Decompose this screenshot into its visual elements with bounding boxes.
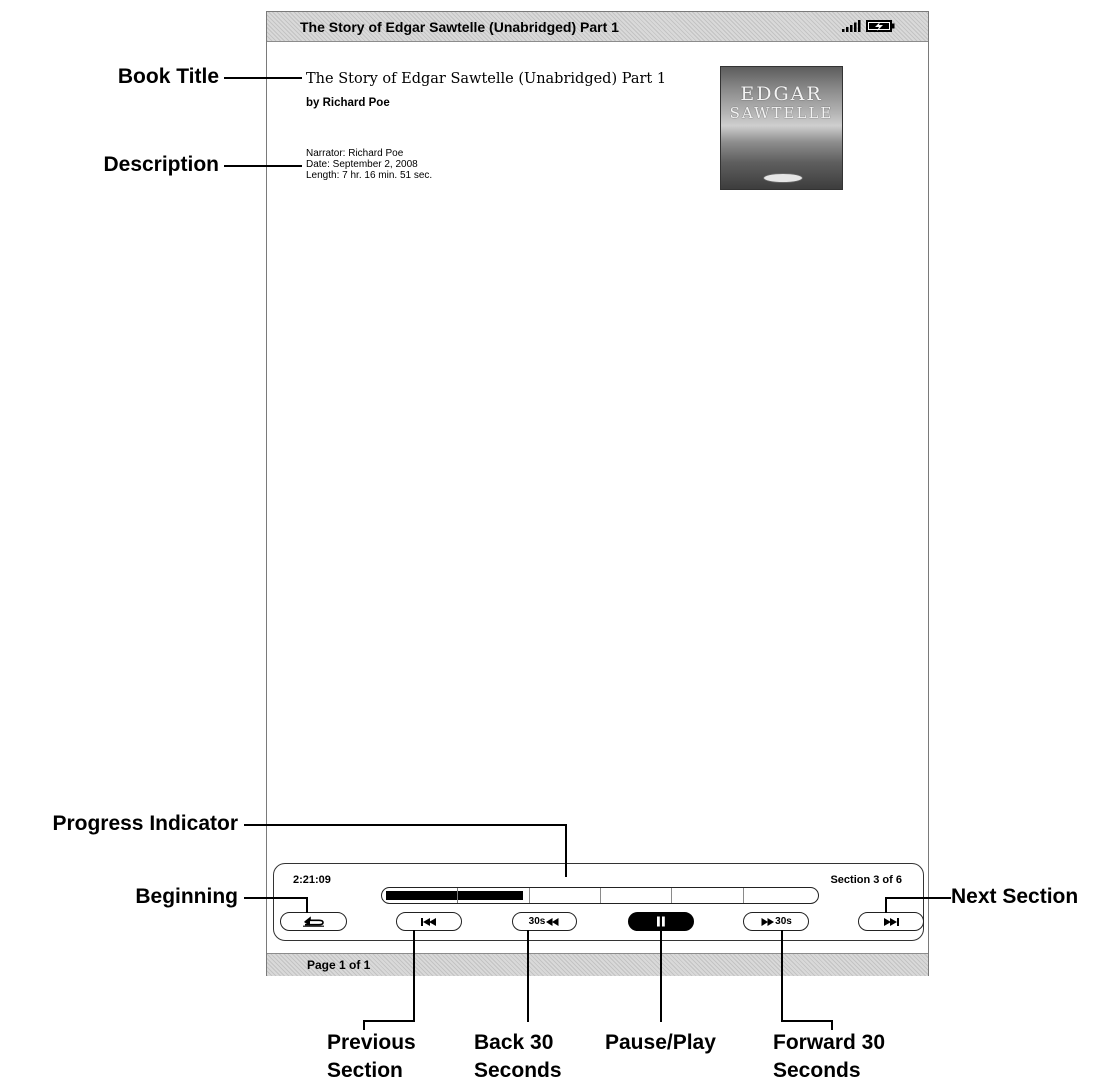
progress-section-divider xyxy=(742,888,744,903)
callout-previous-section: Previous Section xyxy=(327,1029,416,1085)
leader-book-title xyxy=(224,77,302,79)
elapsed-time: 2:21:09 xyxy=(293,874,331,886)
callout-next-section: Next Section xyxy=(951,885,1079,908)
cover-title-line-2: SAWTELLE xyxy=(729,104,834,122)
leader-back-30-v xyxy=(527,930,529,1022)
leader-next-section-v xyxy=(885,897,887,913)
callout-previous-section-line-2: Section xyxy=(327,1059,403,1082)
forward-30-seconds-button[interactable]: 30s xyxy=(743,912,809,931)
leader-progress-indicator-v xyxy=(565,824,567,877)
page-indicator: Page 1 of 1 xyxy=(307,958,371,972)
progress-section-divider xyxy=(457,888,459,903)
leader-beginning-h xyxy=(244,897,308,899)
leader-next-section-h xyxy=(885,897,951,899)
callout-forward-30-line-1: Forward 30 xyxy=(773,1031,886,1054)
beginning-button[interactable] xyxy=(280,912,347,931)
book-author: by Richard Poe xyxy=(306,97,390,109)
forward-30-label: 30s xyxy=(775,916,792,927)
leader-forward-30-v xyxy=(781,930,783,1022)
book-title: The Story of Edgar Sawtelle (Unabridged)… xyxy=(306,71,667,87)
next-section-button[interactable] xyxy=(858,912,924,931)
signal-strength-icon xyxy=(842,20,861,32)
pause-icon xyxy=(657,916,665,927)
callout-forward-30: Forward 30 Seconds xyxy=(773,1029,885,1085)
leader-forward-30-stub xyxy=(831,1020,833,1030)
leader-description xyxy=(224,165,302,167)
leader-previous-section-v xyxy=(413,930,415,1022)
device-screen: The Story of Edgar Sawtelle (Unabridged)… xyxy=(266,11,929,976)
description-narrator: Narrator: Richard Poe xyxy=(306,148,404,159)
callout-beginning: Beginning xyxy=(135,885,238,908)
callout-book-title: Book Title xyxy=(117,65,219,88)
leader-pause-play-v xyxy=(660,930,662,1022)
back-30-label: 30s xyxy=(528,916,546,927)
cover-title-line-1: EDGAR xyxy=(740,83,823,105)
battery-charging-icon xyxy=(866,20,895,32)
skip-forward-icon xyxy=(884,917,899,926)
callout-description: Description xyxy=(103,153,219,176)
footer-bar: Page 1 of 1 xyxy=(267,953,928,976)
callout-back-30: Back 30 Seconds xyxy=(474,1029,562,1085)
cover-badge xyxy=(763,173,803,183)
progress-indicator[interactable] xyxy=(381,887,819,904)
progress-fill xyxy=(386,891,523,900)
title-bar: The Story of Edgar Sawtelle (Unabridged)… xyxy=(267,12,928,42)
description-length: Length: 7 hr. 16 min. 51 sec. xyxy=(306,170,433,181)
progress-track xyxy=(386,888,814,903)
progress-section-divider xyxy=(528,888,530,903)
pause-play-button[interactable] xyxy=(628,912,694,931)
callout-back-30-line-2: Seconds xyxy=(474,1059,562,1082)
description-date: Date: September 2, 2008 xyxy=(306,159,418,170)
section-label: Section 3 of 6 xyxy=(830,874,902,886)
skip-back-icon xyxy=(421,917,436,926)
previous-section-button[interactable] xyxy=(396,912,462,931)
leader-previous-section-stub xyxy=(363,1020,365,1030)
callout-pause-play: Pause/Play xyxy=(605,1031,716,1054)
callout-back-30-line-1: Back 30 xyxy=(474,1031,554,1054)
return-to-beginning-icon xyxy=(302,916,324,927)
rewind-icon xyxy=(546,917,559,926)
callout-progress-indicator: Progress Indicator xyxy=(52,812,238,835)
leader-beginning-v xyxy=(306,897,308,913)
book-cover: EDGAR SAWTELLE xyxy=(720,66,843,190)
progress-section-divider xyxy=(600,888,601,903)
callout-forward-30-line-2: Seconds xyxy=(773,1059,861,1082)
fast-forward-icon xyxy=(761,917,775,926)
back-30-seconds-button[interactable]: 30s xyxy=(512,912,577,931)
title-bar-text: The Story of Edgar Sawtelle (Unabridged)… xyxy=(300,19,619,35)
leader-previous-section-h xyxy=(363,1020,415,1022)
player-panel: 2:21:09 Section 3 of 6 30s 30s xyxy=(273,863,924,941)
callout-previous-section-line-1: Previous xyxy=(327,1031,416,1054)
leader-forward-30-h xyxy=(781,1020,833,1022)
leader-progress-indicator-h xyxy=(244,824,567,826)
progress-section-divider xyxy=(671,888,673,903)
